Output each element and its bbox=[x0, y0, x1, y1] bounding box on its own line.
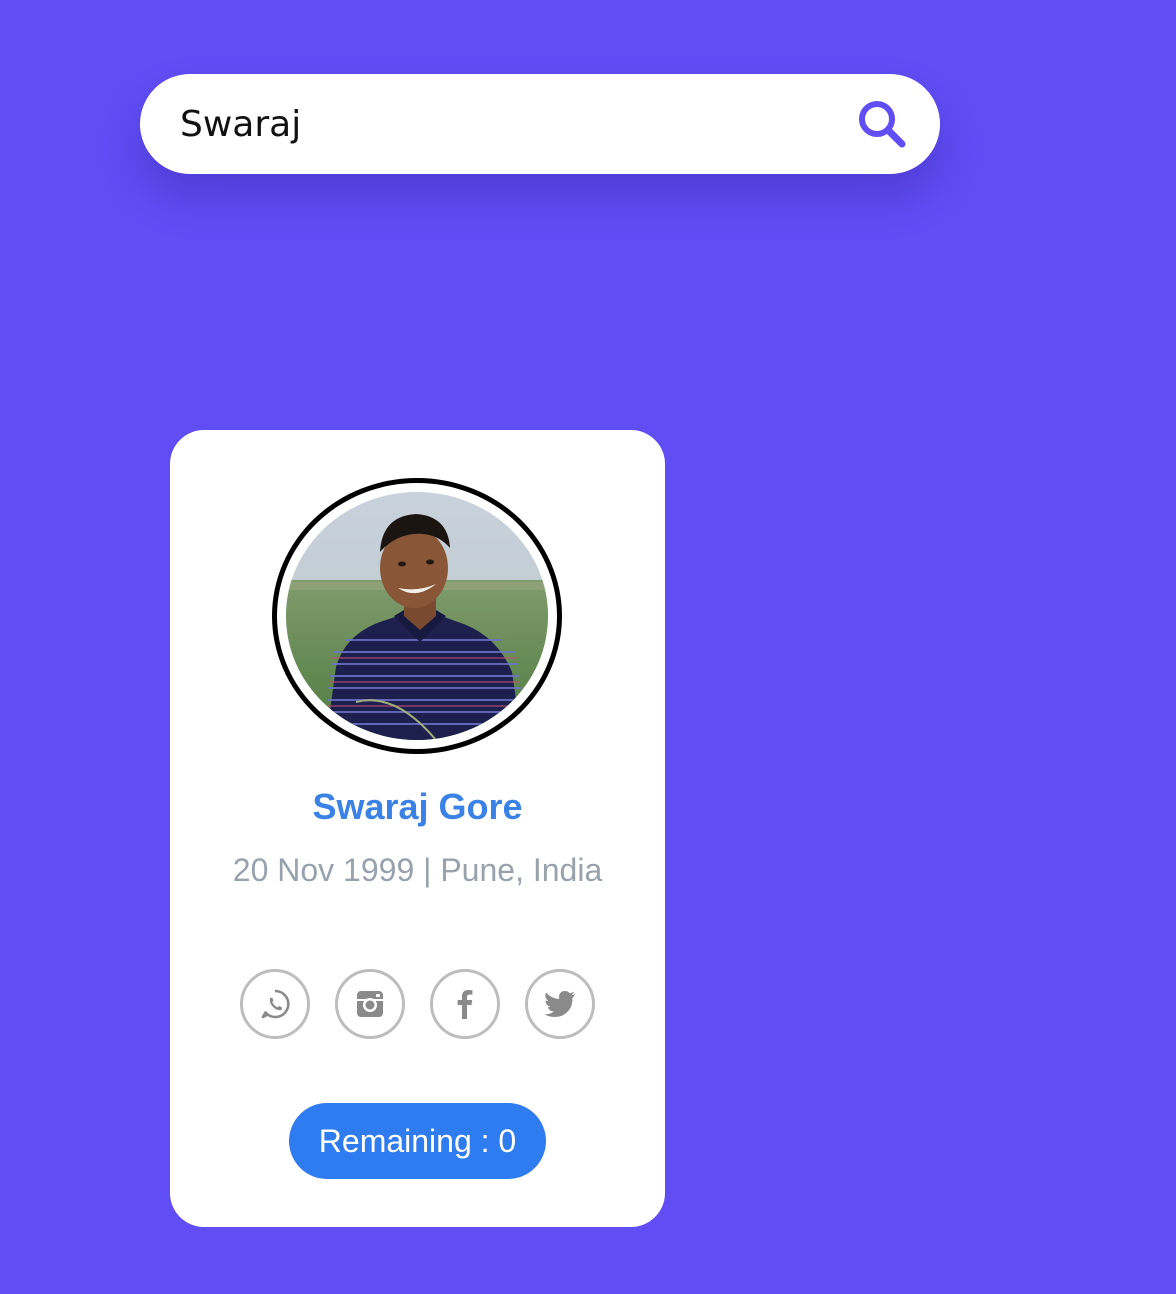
facebook-icon bbox=[457, 990, 473, 1019]
search-bar bbox=[140, 74, 940, 174]
whatsapp-button[interactable] bbox=[240, 969, 310, 1039]
twitter-icon bbox=[544, 991, 575, 1017]
facebook-button[interactable] bbox=[430, 969, 500, 1039]
profile-card: Swaraj Gore 20 Nov 1999 | Pune, India Re… bbox=[170, 430, 665, 1227]
whatsapp-icon bbox=[261, 989, 290, 1019]
instagram-button[interactable] bbox=[335, 969, 405, 1039]
instagram-icon bbox=[357, 991, 383, 1017]
avatar bbox=[272, 478, 562, 754]
social-links bbox=[240, 969, 595, 1039]
avatar-photo bbox=[286, 492, 548, 740]
search-button[interactable] bbox=[852, 94, 912, 154]
twitter-button[interactable] bbox=[525, 969, 595, 1039]
profile-meta: 20 Nov 1999 | Pune, India bbox=[232, 852, 603, 888]
remaining-badge[interactable]: Remaining : 0 bbox=[289, 1103, 546, 1179]
search-icon bbox=[859, 101, 906, 148]
profile-name: Swaraj Gore bbox=[312, 786, 523, 827]
search-input[interactable] bbox=[180, 94, 852, 154]
